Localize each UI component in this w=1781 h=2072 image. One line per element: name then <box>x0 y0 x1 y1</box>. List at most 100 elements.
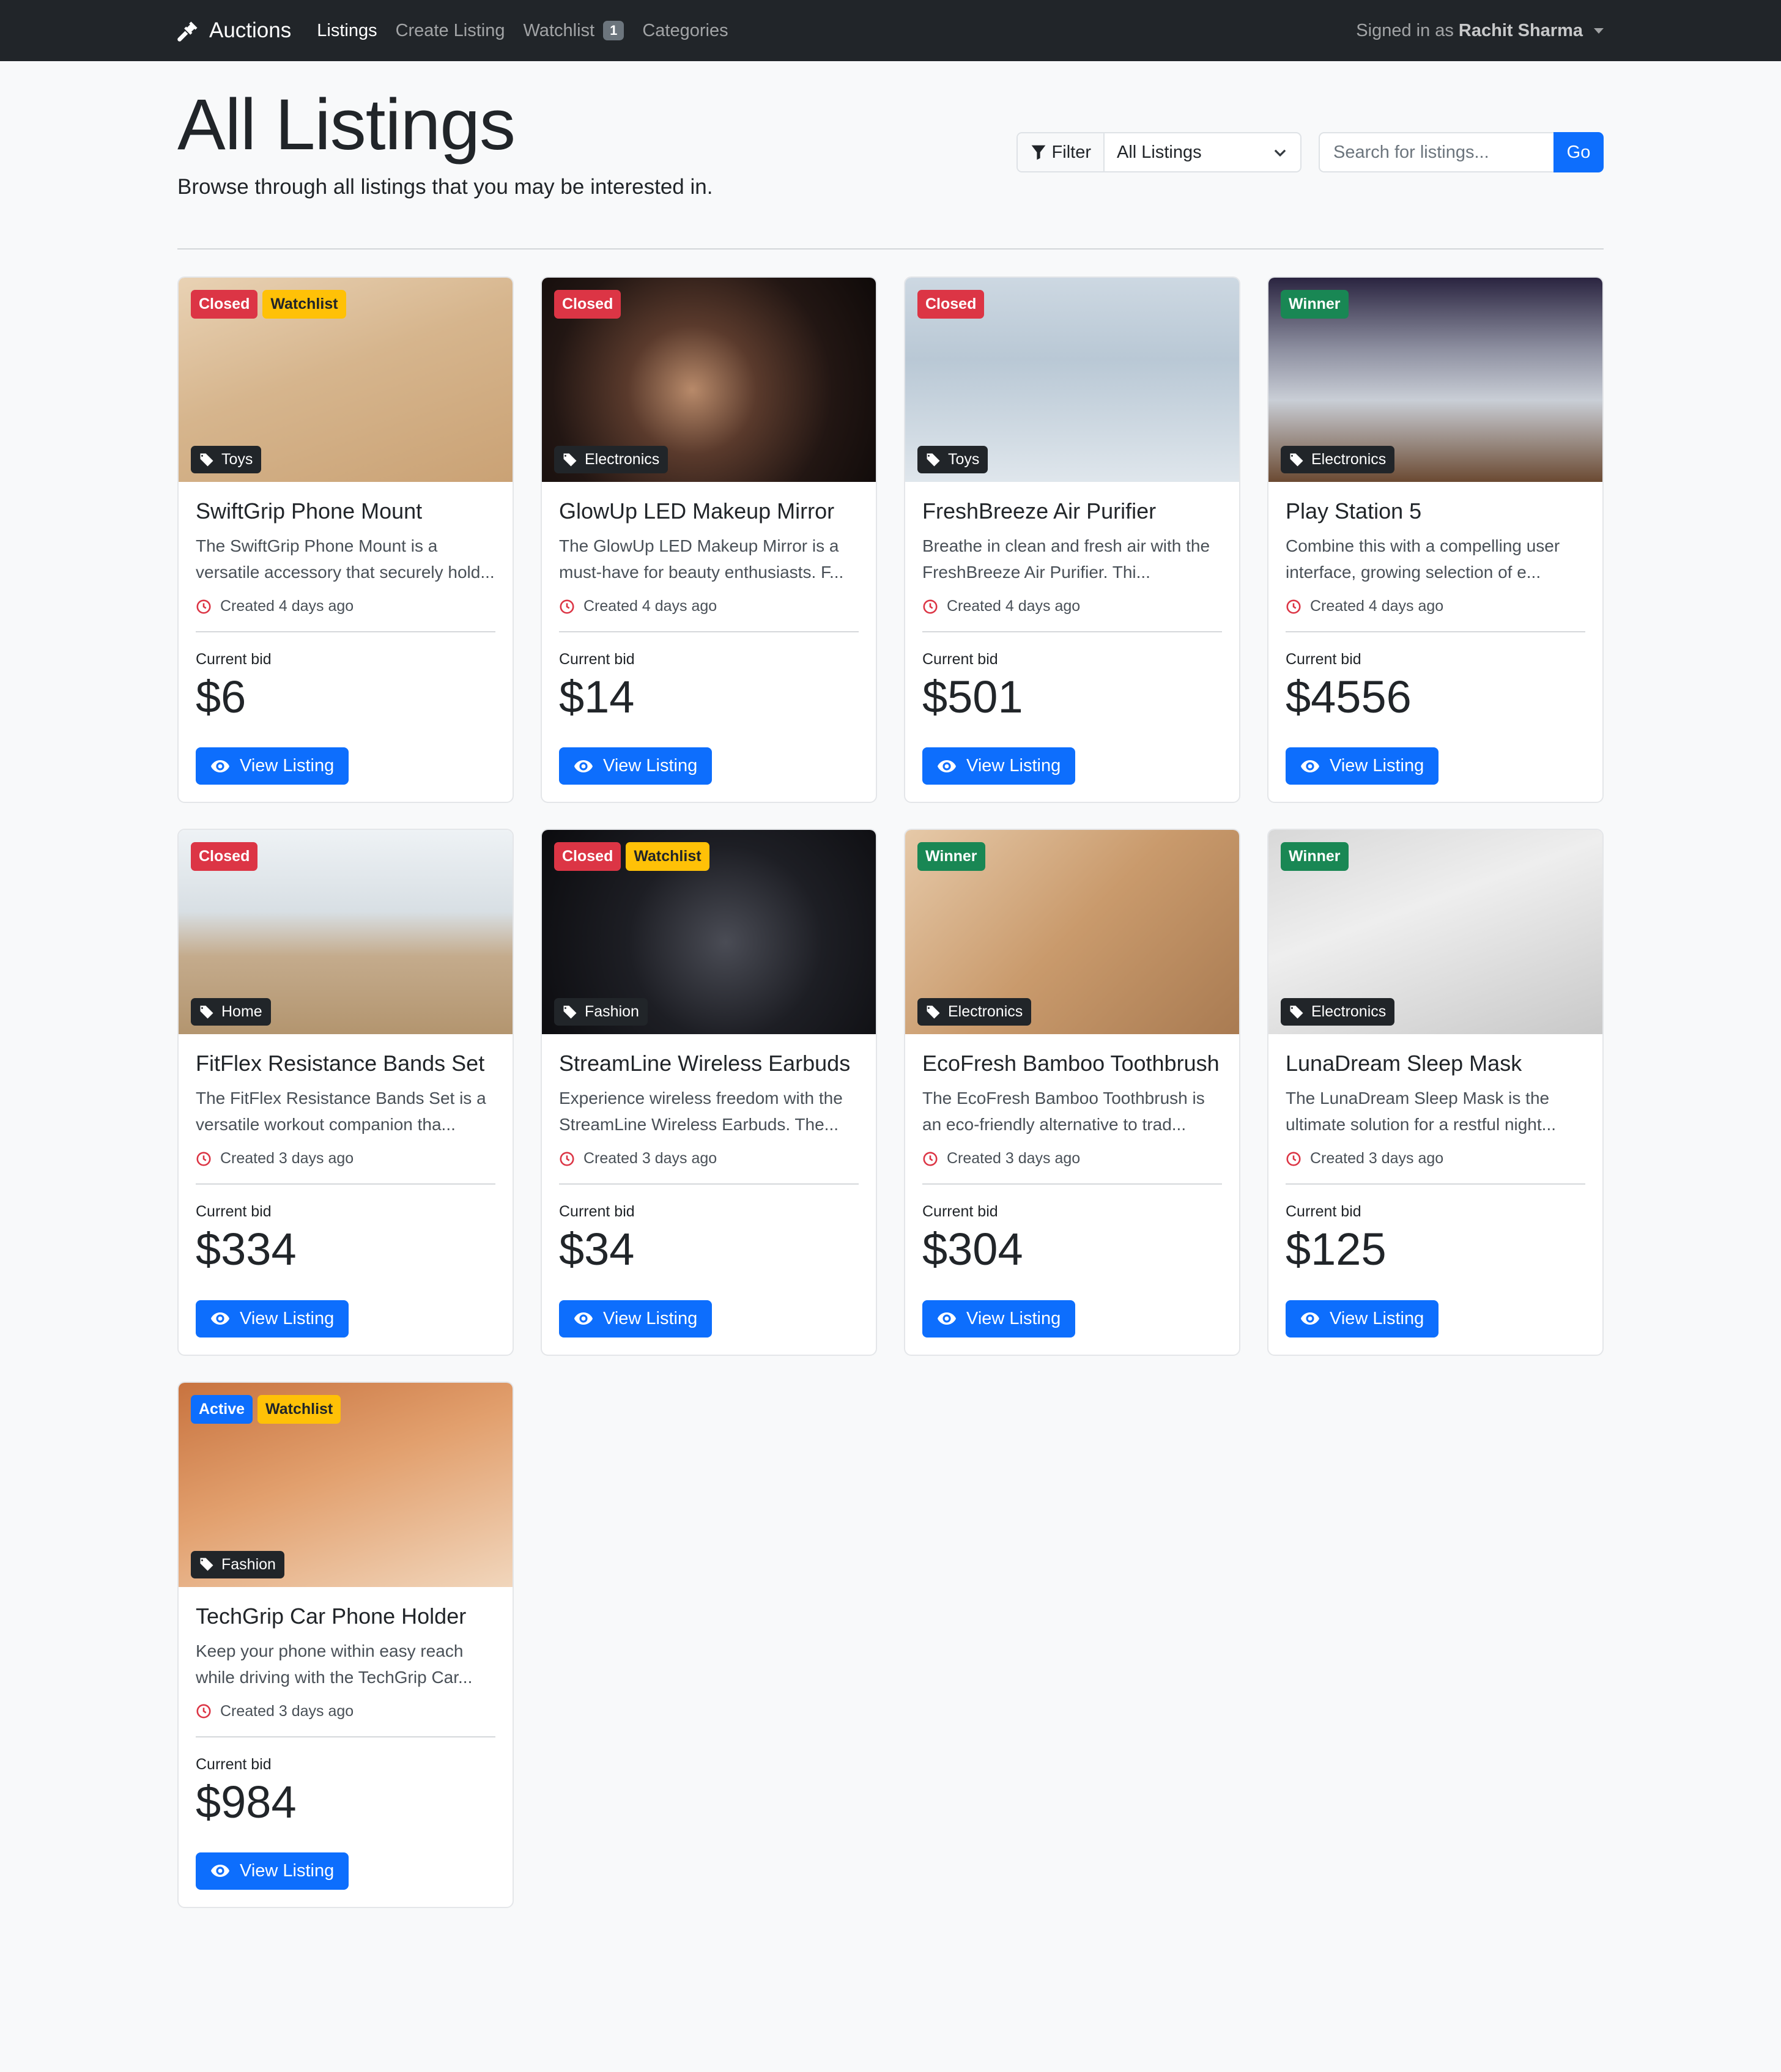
filter-label-text: Filter <box>1051 142 1091 162</box>
created-label: Created 3 days ago <box>1310 1150 1444 1167</box>
funnel-icon <box>1031 145 1045 160</box>
view-listing-label: View Listing <box>240 756 335 776</box>
nav-watchlist[interactable]: Watchlist 1 <box>524 21 624 41</box>
clock-icon <box>560 1152 574 1166</box>
current-bid-label: Current bid <box>1286 1203 1361 1221</box>
watchlist-badge: Watchlist <box>262 290 346 319</box>
view-listing-button[interactable]: View Listing <box>1286 1300 1439 1338</box>
eye-icon <box>1301 1312 1319 1325</box>
signed-in-prefix: Signed in as <box>1356 20 1454 40</box>
nav-watchlist-label: Watchlist <box>523 20 595 40</box>
listing-image[interactable]: Closed Toys <box>905 278 1239 482</box>
search-group: Search for listings... Go <box>1319 132 1604 172</box>
listing-title[interactable]: FreshBreeze Air Purifier <box>922 498 1222 524</box>
listing-description: Keep your phone within easy reach while … <box>196 1641 473 1687</box>
category-badge: Fashion <box>554 998 648 1026</box>
listing-image[interactable]: Closed Electronics <box>542 278 876 482</box>
current-bid-value: $125 <box>1286 1224 1387 1275</box>
user-name: Rachit Sharma <box>1458 20 1583 40</box>
card-divider <box>559 1183 859 1185</box>
listing-image[interactable]: Winner Electronics <box>905 830 1239 1035</box>
view-listing-button[interactable]: View Listing <box>922 1300 1076 1338</box>
tags-icon <box>200 453 213 466</box>
view-listing-button[interactable]: View Listing <box>559 1300 713 1338</box>
category-badge: Home <box>191 998 271 1026</box>
category-label: Electronics <box>585 451 660 468</box>
filter-select[interactable]: All Listings <box>1105 133 1300 171</box>
created-time: Created 4 days ago <box>559 598 859 615</box>
listing-title[interactable]: Play Station 5 <box>1286 498 1585 524</box>
listing-image[interactable]: Closed Watchlist Toys <box>179 278 513 482</box>
view-listing-button[interactable]: View Listing <box>559 747 713 785</box>
current-bid-value: $14 <box>559 672 635 723</box>
category-label: Fashion <box>221 1555 276 1573</box>
created-time: Created 3 days ago <box>196 1703 495 1720</box>
category-badge: Toys <box>917 446 988 473</box>
listing-title[interactable]: FitFlex Resistance Bands Set <box>196 1050 495 1076</box>
listing-card: Closed Watchlist Fashion StreamLine Wire… <box>541 829 877 1356</box>
listing-title[interactable]: LunaDream Sleep Mask <box>1286 1050 1585 1076</box>
created-time: Created 3 days ago <box>196 1150 495 1167</box>
go-button[interactable]: Go <box>1553 132 1604 172</box>
eye-icon <box>211 1312 229 1325</box>
created-time: Created 4 days ago <box>922 598 1222 615</box>
current-bid-label: Current bid <box>196 1755 272 1773</box>
status-badge: Active <box>191 1394 253 1424</box>
listing-image[interactable]: Closed Watchlist Fashion <box>542 830 876 1035</box>
created-label: Created 3 days ago <box>947 1150 1081 1167</box>
nav-create-listing[interactable]: Create Listing <box>396 21 505 41</box>
created-label: Created 3 days ago <box>583 1150 717 1167</box>
view-listing-button[interactable]: View Listing <box>196 747 349 785</box>
listing-description: Experience wireless freedom with the Str… <box>559 1089 843 1134</box>
view-listing-button[interactable]: View Listing <box>922 747 1076 785</box>
card-divider <box>196 631 495 633</box>
listing-title[interactable]: StreamLine Wireless Earbuds <box>559 1050 859 1076</box>
listing-title[interactable]: TechGrip Car Phone Holder <box>196 1603 495 1629</box>
status-badge: Closed <box>554 290 621 319</box>
brand-link[interactable]: Auctions <box>177 18 291 43</box>
current-bid-label: Current bid <box>922 1203 998 1221</box>
listing-card: Closed Electronics GlowUp LED Makeup Mir… <box>541 276 877 804</box>
listing-title[interactable]: SwiftGrip Phone Mount <box>196 498 495 524</box>
listing-image[interactable]: Active Watchlist Fashion <box>179 1382 513 1587</box>
listing-title[interactable]: EcoFresh Bamboo Toothbrush <box>922 1050 1222 1076</box>
clock-icon <box>196 1704 211 1719</box>
view-listing-label: View Listing <box>1330 756 1424 776</box>
search-input[interactable]: Search for listings... <box>1319 132 1553 172</box>
listing-image[interactable]: Winner Electronics <box>1268 278 1602 482</box>
listing-card: Closed Toys FreshBreeze Air Purifier Bre… <box>904 276 1240 804</box>
listing-card: Winner Electronics EcoFresh Bamboo Tooth… <box>904 829 1240 1356</box>
current-bid-value: $4556 <box>1286 672 1412 723</box>
created-label: Created 4 days ago <box>583 598 717 615</box>
tags-icon <box>927 453 940 466</box>
listing-description: The FitFlex Resistance Bands Set is a ve… <box>196 1089 486 1134</box>
view-listing-button[interactable]: View Listing <box>196 1300 349 1338</box>
eye-icon <box>574 1312 593 1325</box>
current-bid-label: Current bid <box>1286 651 1361 668</box>
created-time: Created 3 days ago <box>559 1150 859 1167</box>
listing-title[interactable]: GlowUp LED Makeup Mirror <box>559 498 859 524</box>
created-label: Created 4 days ago <box>1310 598 1444 615</box>
category-label: Home <box>221 1003 262 1021</box>
card-divider <box>1286 1183 1585 1185</box>
clock-icon <box>560 599 574 614</box>
card-divider <box>559 631 859 633</box>
category-badge: Electronics <box>554 446 668 473</box>
nav-categories[interactable]: Categories <box>642 21 728 41</box>
nav-listings[interactable]: Listings <box>317 21 377 41</box>
view-listing-label: View Listing <box>966 1308 1061 1328</box>
created-label: Created 4 days ago <box>220 598 354 615</box>
view-listing-label: View Listing <box>966 756 1061 776</box>
created-time: Created 4 days ago <box>196 598 495 615</box>
status-badge: Winner <box>1281 842 1349 871</box>
eye-icon <box>1301 760 1319 772</box>
page-header: All Listings Browse through all listings… <box>177 80 1604 251</box>
created-label: Created 3 days ago <box>220 1702 354 1720</box>
listing-card: Winner Electronics Play Station 5 Combin… <box>1267 276 1604 804</box>
listing-image[interactable]: Winner Electronics <box>1268 830 1602 1035</box>
view-listing-button[interactable]: View Listing <box>196 1852 349 1890</box>
view-listing-button[interactable]: View Listing <box>1286 747 1439 785</box>
listing-card: Closed Watchlist Toys SwiftGrip Phone Mo… <box>177 276 514 804</box>
listing-image[interactable]: Closed Home <box>179 830 513 1035</box>
user-dropdown[interactable]: Signed in as Rachit Sharma <box>1356 21 1604 41</box>
